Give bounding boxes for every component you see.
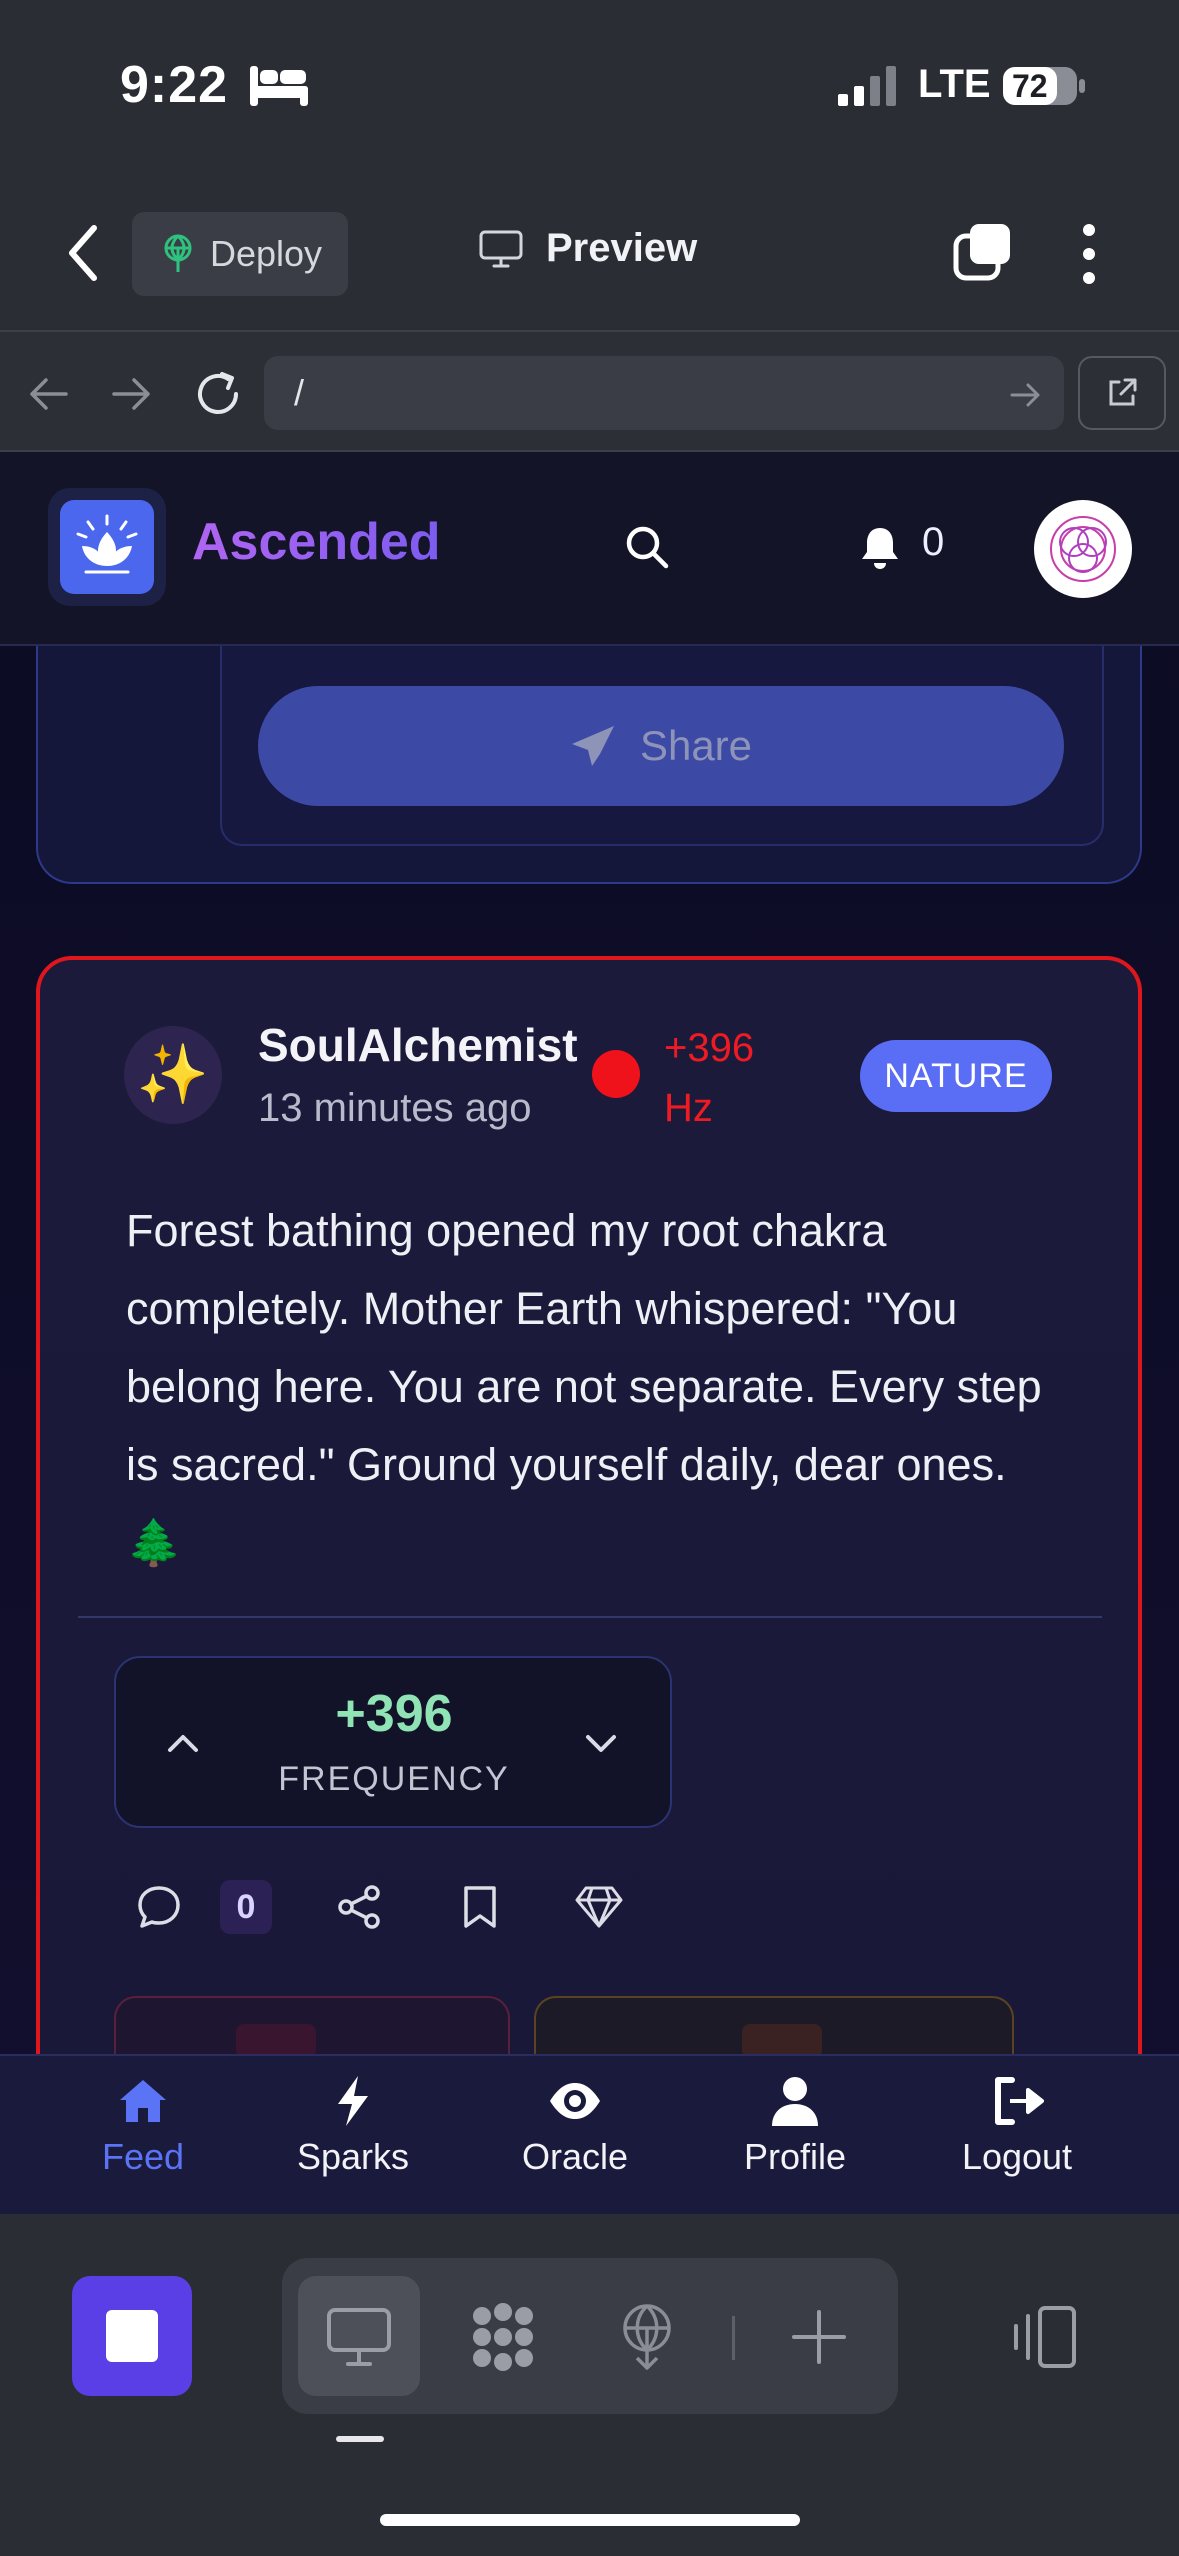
search-icon[interactable] [624, 524, 670, 570]
app-header [0, 452, 1179, 646]
status-time: 9:22 [120, 56, 229, 114]
preview-tab[interactable]: Preview [478, 226, 697, 271]
post-timestamp: 13 minutes ago [258, 1086, 532, 1130]
stop-button[interactable] [72, 2276, 192, 2396]
nav-label-logout: Logout [961, 2136, 1073, 2177]
nav-label-sparks: Sparks [296, 2136, 410, 2177]
toolbar-separator [732, 2316, 735, 2360]
battery-level: 72 [1012, 68, 1048, 104]
active-tool-indicator [336, 2436, 384, 2442]
open-in-new-tab-button[interactable] [1078, 356, 1166, 430]
nav-label-feed: Feed [101, 2136, 185, 2177]
deploy-button[interactable]: Deploy [132, 212, 348, 296]
bookmark-icon[interactable] [460, 1884, 500, 1930]
more-options-icon[interactable] [1074, 222, 1104, 286]
downvote-chevron-icon[interactable] [580, 1726, 622, 1760]
live-indicator-dot [592, 1050, 640, 1098]
share-label: Share [639, 722, 753, 769]
user-icon [772, 2077, 818, 2126]
monitor-icon [327, 2308, 391, 2366]
comment-icon[interactable] [136, 1884, 182, 1930]
go-arrow-icon[interactable] [1008, 378, 1042, 412]
app-logo[interactable] [48, 488, 166, 606]
cellular-signal-icon [838, 66, 896, 106]
nav-label-oracle: Oracle [521, 2136, 629, 2177]
share-button[interactable]: Share [258, 686, 1064, 806]
nav-item-feed[interactable]: Feed [48, 2074, 238, 2178]
nav-item-sparks[interactable]: Sparks [258, 2074, 448, 2178]
agent-icon[interactable] [468, 2302, 538, 2372]
reaction-card-preview[interactable] [534, 1996, 1014, 2058]
category-tag[interactable]: NATURE [860, 1040, 1052, 1112]
split-view-icon[interactable] [1010, 2302, 1080, 2372]
browser-back-icon[interactable] [26, 372, 70, 416]
upvote-chevron-icon[interactable] [162, 1726, 204, 1760]
vote-value: +396 [335, 1685, 453, 1743]
back-chevron-icon[interactable] [62, 222, 104, 284]
tabs-icon[interactable] [952, 222, 1014, 284]
browser-forward-icon[interactable] [110, 372, 154, 416]
url-input[interactable]: / [264, 356, 1064, 430]
eye-icon [550, 2083, 600, 2119]
home-icon [120, 2080, 166, 2122]
post-author[interactable]: SoulAlchemist [258, 1018, 578, 1072]
nav-item-oracle[interactable]: Oracle [480, 2074, 670, 2178]
external-link-icon [1109, 378, 1137, 406]
url-text: / [294, 372, 305, 413]
preview-label: Preview [546, 226, 698, 270]
post-body: Forest bathing opened my root chakra com… [126, 1205, 1042, 1568]
nav-item-logout[interactable]: Logout [922, 2074, 1112, 2178]
paper-plane-icon [571, 726, 614, 766]
deployments-icon[interactable] [612, 2302, 682, 2372]
comment-count-badge: 0 [220, 1880, 272, 1934]
battery-icon: 72 [1002, 66, 1086, 106]
bolt-icon [338, 2076, 368, 2126]
deploy-label: Deploy [210, 233, 323, 274]
stop-icon [106, 2310, 158, 2362]
app-brand-title: Ascended [192, 513, 441, 571]
deploy-icon [164, 234, 192, 272]
sleep-mode-icon [250, 66, 308, 106]
post-divider [78, 1616, 1102, 1618]
reaction-card-preview[interactable] [114, 1996, 510, 2058]
avatar[interactable] [1034, 500, 1132, 598]
network-type: LTE [918, 62, 991, 106]
post-frequency: +396 Hz [664, 1026, 755, 1130]
nav-item-profile[interactable]: Profile [700, 2074, 890, 2178]
lotus-logo-icon [76, 514, 138, 574]
vote-label: FREQUENCY [278, 1760, 510, 1798]
home-indicator[interactable] [380, 2514, 800, 2526]
gem-icon[interactable] [574, 1884, 624, 1930]
nav-label-profile: Profile [743, 2136, 847, 2177]
add-tool-icon[interactable] [784, 2302, 854, 2372]
user-avatar-icon [1050, 516, 1116, 582]
author-avatar[interactable]: ✨ [124, 1026, 222, 1124]
bell-icon[interactable] [858, 524, 902, 570]
share-icon[interactable] [336, 1884, 382, 1930]
logout-icon [995, 2077, 1044, 2125]
reload-icon[interactable] [192, 368, 244, 420]
monitor-icon [479, 230, 523, 267]
sparkles-icon: ✨ [136, 1042, 210, 1107]
notification-count: 0 [922, 520, 945, 564]
